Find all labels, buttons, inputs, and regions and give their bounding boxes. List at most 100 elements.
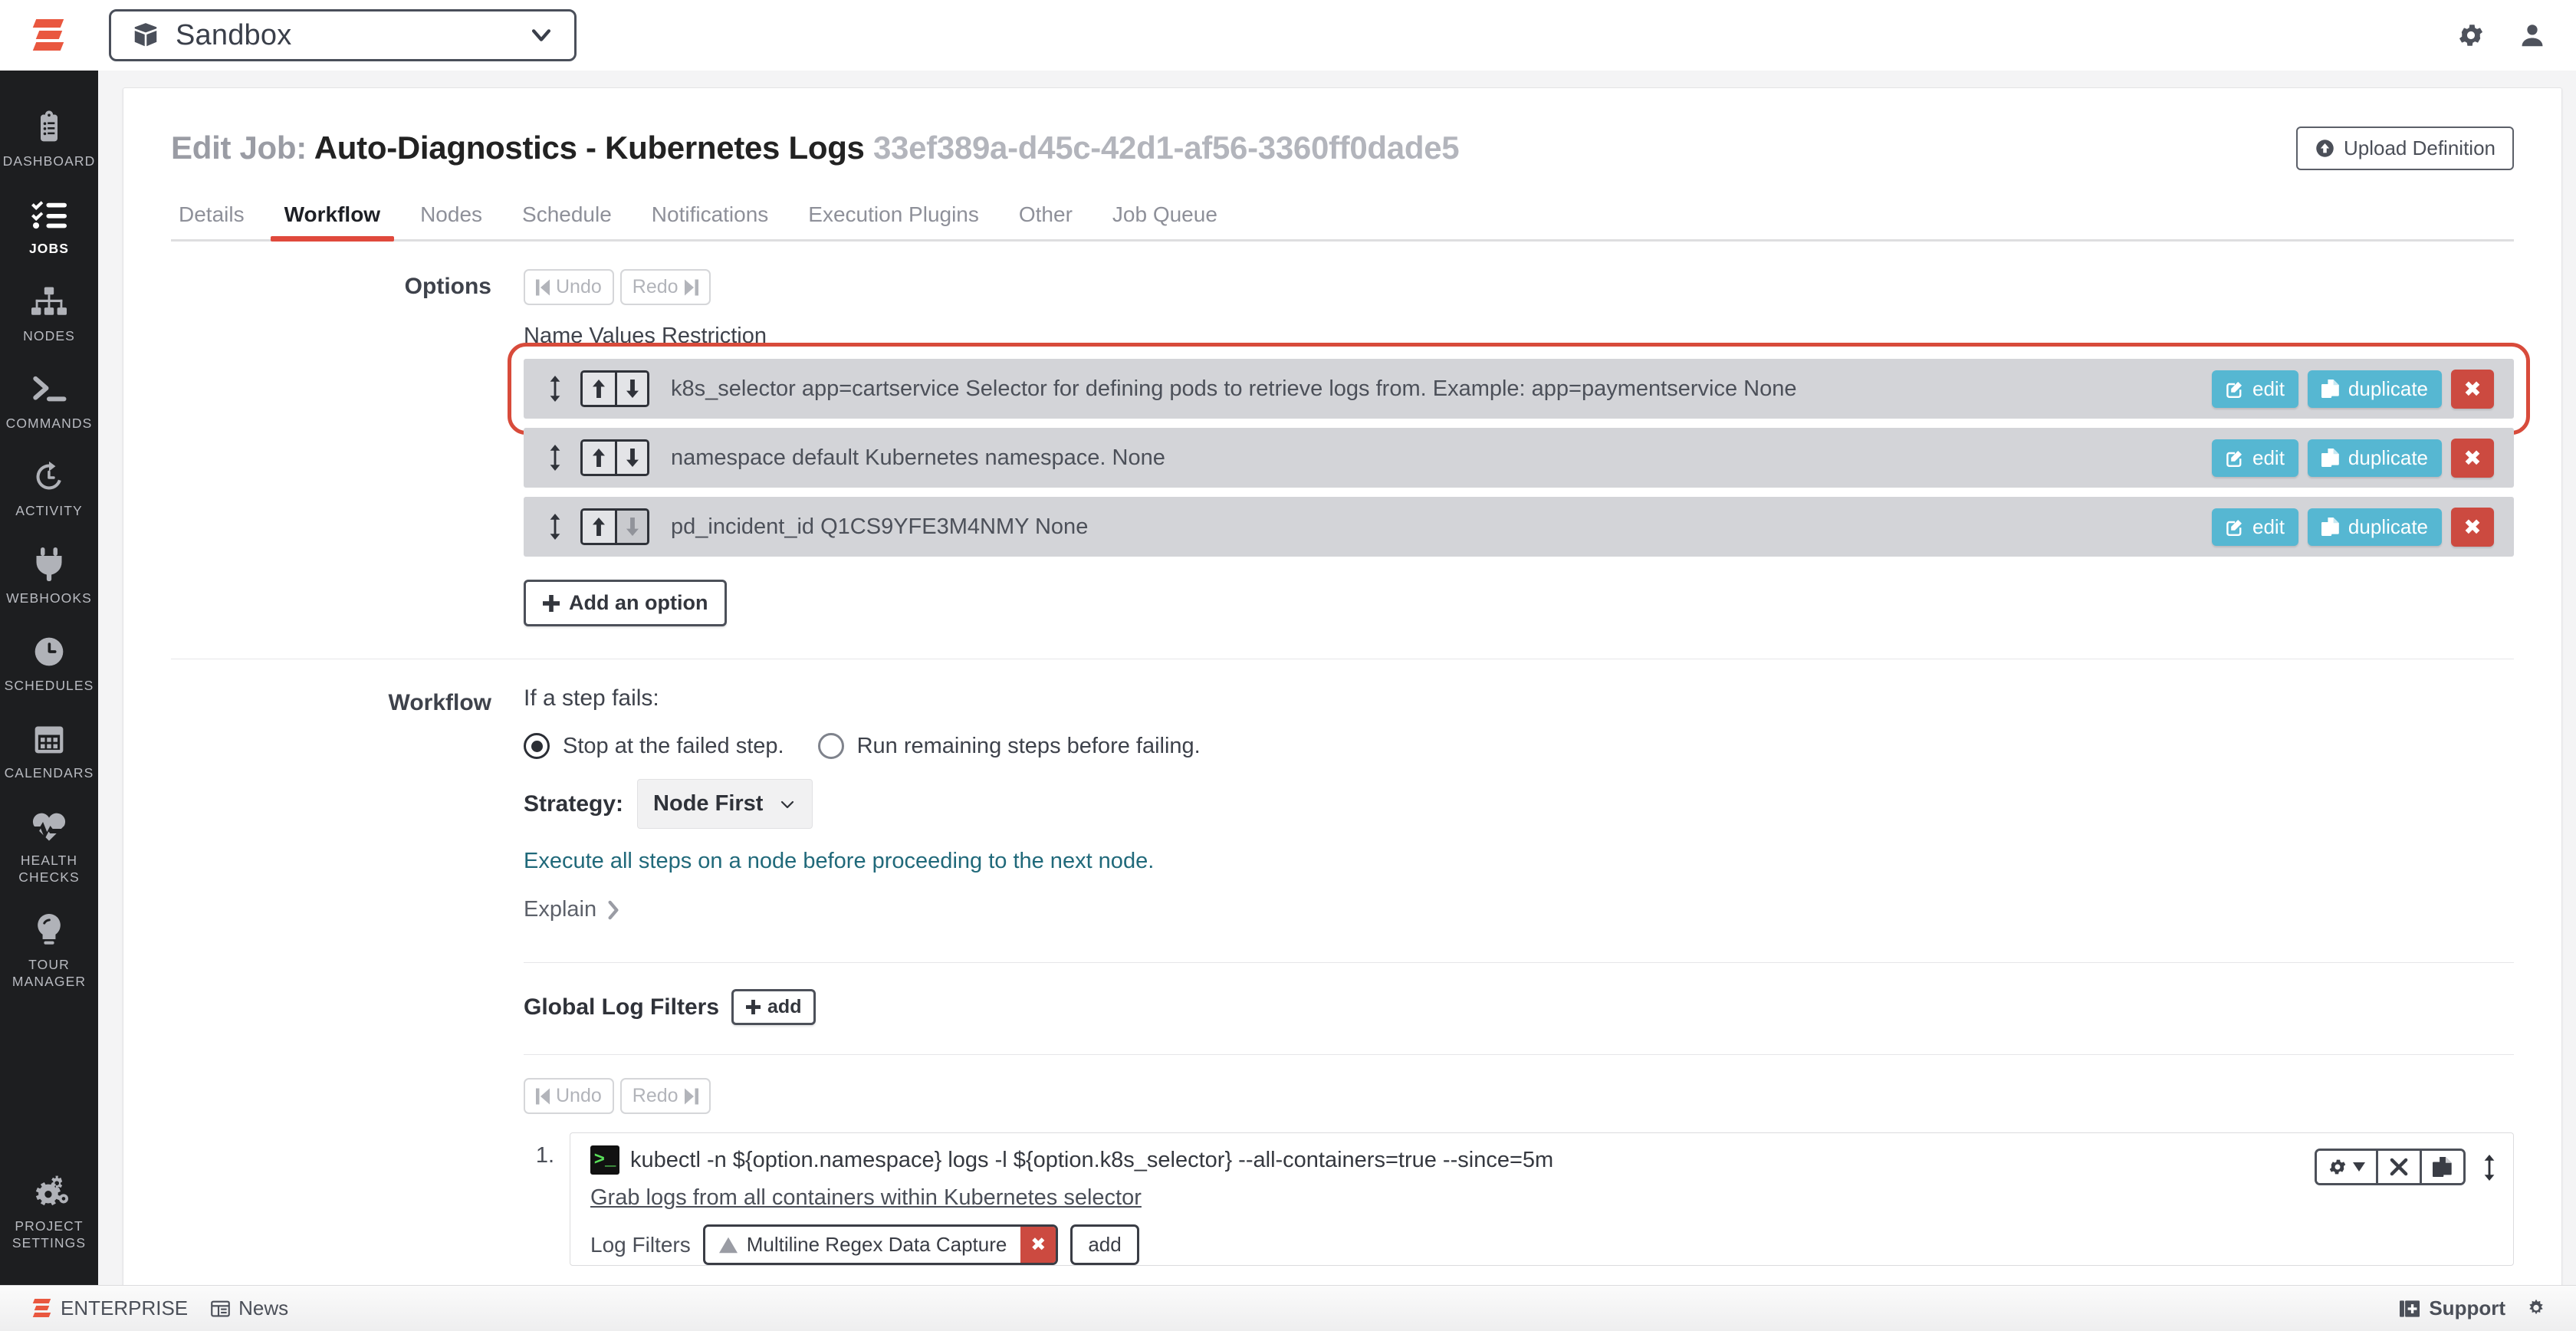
sidebar-item-schedules[interactable]: SCHEDULES bbox=[0, 621, 98, 708]
sidebar-item-health-checks[interactable]: HEALTH CHECKS bbox=[0, 796, 98, 900]
history-clock-icon bbox=[32, 459, 66, 495]
option-row[interactable]: namespace default Kubernetes namespace. … bbox=[524, 428, 2514, 488]
tab-execution-plugins[interactable]: Execution Plugins bbox=[788, 198, 999, 239]
workflow-redo-button[interactable]: Redo bbox=[619, 1078, 711, 1114]
step-delete-button[interactable] bbox=[2376, 1151, 2420, 1183]
option-edit-button[interactable]: edit bbox=[2212, 439, 2298, 477]
step-tools bbox=[2315, 1145, 2496, 1265]
page-title-prefix: Edit Job: bbox=[171, 130, 307, 166]
tab-job-queue[interactable]: Job Queue bbox=[1092, 198, 1237, 239]
workflow-section-body: If a step fails: Stop at the failed step… bbox=[524, 685, 2514, 1266]
if-step-fails-label: If a step fails: bbox=[524, 685, 659, 711]
move-up-icon[interactable] bbox=[583, 373, 615, 405]
tab-notifications[interactable]: Notifications bbox=[632, 198, 789, 239]
step-gear-dropdown-button[interactable] bbox=[2317, 1151, 2376, 1183]
option-row[interactable]: k8s_selector app=cartservice Selector fo… bbox=[508, 343, 2530, 435]
rundeck-mini-logo-icon bbox=[32, 1298, 51, 1319]
sidebar-item-label: CALENDARS bbox=[4, 765, 94, 781]
explain-toggle[interactable]: Explain bbox=[524, 897, 621, 922]
move-up-icon[interactable] bbox=[583, 442, 615, 474]
option-actions: edit duplicate ✖ bbox=[2212, 369, 2494, 409]
news-label: News bbox=[238, 1296, 289, 1319]
top-bar: Sandbox bbox=[0, 0, 2576, 71]
sidebar-item-calendars[interactable]: CALENDARS bbox=[0, 708, 98, 796]
workflow-redo-label: Redo bbox=[632, 1085, 678, 1106]
sidebar-item-activity[interactable]: ACTIVITY bbox=[0, 446, 98, 534]
tab-workflow[interactable]: Workflow bbox=[264, 198, 400, 242]
upload-definition-button[interactable]: Upload Definition bbox=[2295, 127, 2514, 170]
enterprise-label: ENTERPRISE bbox=[61, 1296, 189, 1319]
explain-label: Explain bbox=[524, 897, 597, 922]
enterprise-badge: ENTERPRISE bbox=[32, 1296, 189, 1320]
add-global-log-filter-button[interactable]: add bbox=[731, 989, 816, 1025]
option-text: k8s_selector app=cartservice Selector fo… bbox=[671, 376, 1797, 401]
add-option-button[interactable]: Add an option bbox=[524, 580, 728, 626]
option-move-buttons bbox=[580, 508, 649, 545]
option-delete-button[interactable]: ✖ bbox=[2451, 507, 2494, 547]
option-row[interactable]: pd_incident_id Q1CS9YFE3M4NMY None edit … bbox=[524, 497, 2514, 557]
option-duplicate-button[interactable]: duplicate bbox=[2307, 508, 2442, 546]
sidebar-item-commands[interactable]: COMMANDS bbox=[0, 359, 98, 446]
strategy-select[interactable]: Node First bbox=[637, 779, 813, 829]
page-title-jobname: Auto-Diagnostics - Kubernetes Logs bbox=[314, 130, 865, 166]
option-edit-button[interactable]: edit bbox=[2212, 370, 2298, 408]
plug-icon bbox=[33, 547, 65, 582]
workflow-section: Workflow If a step fails: Stop at the fa… bbox=[123, 659, 2561, 1266]
drag-vertical-icon[interactable] bbox=[548, 376, 562, 402]
step-log-filter-main[interactable]: Multiline Regex Data Capture bbox=[705, 1227, 1021, 1263]
step-duplicate-button[interactable] bbox=[2420, 1151, 2463, 1183]
move-up-icon[interactable] bbox=[583, 511, 615, 543]
failure-behavior-radios: Stop at the failed step. Run remaining s… bbox=[524, 733, 2514, 759]
sidebar-item-nodes[interactable]: NODES bbox=[0, 271, 98, 359]
sidebar-item-project-settings[interactable]: PROJECT SETTINGS bbox=[0, 1162, 98, 1285]
tab-schedule[interactable]: Schedule bbox=[502, 198, 632, 239]
step-description[interactable]: Grab logs from all containers within Kub… bbox=[590, 1185, 2299, 1211]
drag-vertical-icon[interactable] bbox=[548, 445, 562, 471]
option-duplicate-button[interactable]: duplicate bbox=[2307, 439, 2442, 477]
workflow-undo-button[interactable]: Undo bbox=[524, 1078, 614, 1114]
chevron-down-icon bbox=[528, 22, 554, 48]
drag-vertical-icon[interactable] bbox=[2482, 1149, 2496, 1181]
user-icon[interactable] bbox=[2518, 21, 2547, 50]
sidebar-item-dashboard[interactable]: DASHBOARD bbox=[0, 97, 98, 184]
radio-stop-at-failed-step[interactable]: Stop at the failed step. bbox=[524, 733, 784, 759]
rundeck-logo[interactable] bbox=[0, 18, 98, 53]
step-box[interactable]: >_ kubectl -n ${option.namespace} logs -… bbox=[570, 1132, 2514, 1266]
tab-nodes[interactable]: Nodes bbox=[400, 198, 502, 239]
radio-stop-label: Stop at the failed step. bbox=[563, 733, 784, 758]
options-list: k8s_selector app=cartservice Selector fo… bbox=[508, 343, 2530, 557]
sidebar-item-label: SCHEDULES bbox=[4, 678, 94, 693]
chevron-right-icon bbox=[606, 900, 621, 920]
news-button[interactable]: News bbox=[211, 1296, 288, 1320]
triangle-icon bbox=[718, 1237, 738, 1254]
options-redo-button[interactable]: Redo bbox=[619, 269, 711, 305]
step-log-filter-pill[interactable]: Multiline Regex Data Capture ✖ bbox=[702, 1224, 1059, 1265]
option-delete-button[interactable]: ✖ bbox=[2451, 438, 2494, 478]
support-button[interactable]: Support bbox=[2400, 1296, 2505, 1320]
project-selector[interactable]: Sandbox bbox=[109, 9, 577, 61]
option-duplicate-button[interactable]: duplicate bbox=[2307, 370, 2442, 408]
sidebar-item-webhooks[interactable]: WEBHOOKS bbox=[0, 534, 98, 621]
options-undo-button[interactable]: Undo bbox=[524, 269, 614, 305]
step-log-filter-remove[interactable]: ✖ bbox=[1020, 1227, 1056, 1263]
move-down-icon[interactable] bbox=[615, 373, 647, 405]
options-undo-redo: Undo Redo bbox=[524, 269, 2514, 305]
gear-icon[interactable] bbox=[2456, 21, 2486, 50]
workflow-undo-label: Undo bbox=[556, 1085, 602, 1106]
radio-run-remaining-steps[interactable]: Run remaining steps before failing. bbox=[817, 733, 1201, 759]
step-log-filters-label: Log Filters bbox=[590, 1232, 691, 1257]
tab-details[interactable]: Details bbox=[171, 198, 264, 239]
sidebar-item-tour-manager[interactable]: TOUR MANAGER bbox=[0, 900, 98, 1004]
step-command-row: >_ kubectl -n ${option.namespace} logs -… bbox=[590, 1145, 2299, 1175]
heart-pulse-icon bbox=[31, 809, 67, 844]
move-down-icon[interactable] bbox=[615, 442, 647, 474]
option-edit-button[interactable]: edit bbox=[2212, 508, 2298, 546]
step-log-filter-add-button[interactable]: add bbox=[1070, 1224, 1139, 1265]
option-delete-button[interactable]: ✖ bbox=[2451, 369, 2494, 409]
radio-run-label: Run remaining steps before failing. bbox=[856, 733, 1201, 758]
gear-sun-icon[interactable] bbox=[2525, 1298, 2547, 1319]
drag-vertical-icon[interactable] bbox=[548, 514, 562, 540]
sidebar-item-jobs[interactable]: JOBS bbox=[0, 184, 98, 271]
tab-other[interactable]: Other bbox=[999, 198, 1092, 239]
gears-icon bbox=[30, 1175, 68, 1210]
